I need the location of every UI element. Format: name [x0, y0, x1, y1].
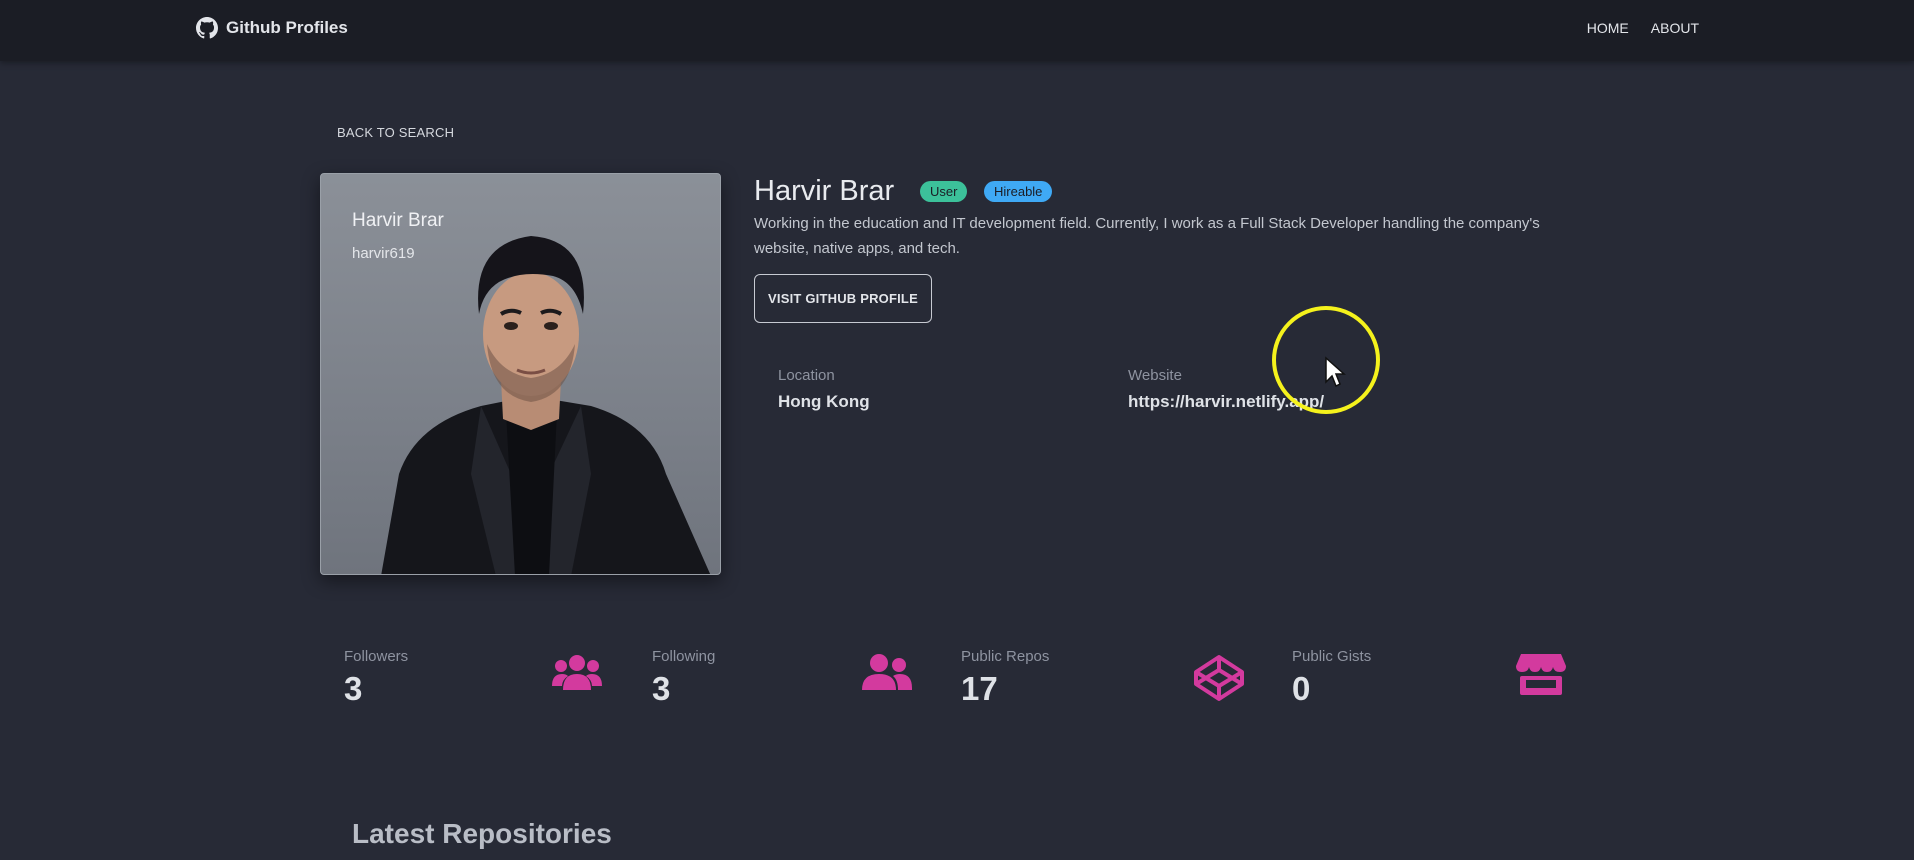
- latest-repositories-heading: Latest Repositories: [352, 818, 612, 849]
- public-gists-label: Public Gists: [1292, 648, 1372, 665]
- card-user-name: Harvir Brar: [352, 210, 444, 231]
- codepen-icon: [1194, 655, 1244, 701]
- hireable-badge: Hireable: [984, 181, 1053, 202]
- mouse-pointer-icon: [1325, 356, 1346, 388]
- users-icon: [552, 655, 602, 690]
- visit-github-profile-button[interactable]: VISIT GITHUB PROFILE: [754, 274, 932, 323]
- following-value: 3: [652, 670, 671, 707]
- user-badge: User: [920, 181, 968, 202]
- profile-name: Harvir Brar: [754, 175, 895, 207]
- location-value: Hong Kong: [778, 392, 870, 411]
- following-label: Following: [652, 648, 716, 665]
- public-repos-value: 17: [961, 670, 998, 707]
- public-repos-label: Public Repos: [961, 648, 1050, 665]
- store-icon: [1516, 654, 1566, 695]
- card-user-login: harvir619: [352, 245, 415, 262]
- profile-bio: Working in the education and IT developm…: [754, 215, 1540, 257]
- nav-home-link[interactable]: HOME: [1587, 20, 1629, 36]
- navbar: Github Profiles HOME ABOUT: [0, 0, 1914, 61]
- nav-links: HOME ABOUT: [1587, 20, 1699, 36]
- avatar: [381, 236, 711, 574]
- website-label: Website: [1128, 367, 1182, 384]
- back-to-search-link[interactable]: BACK TO SEARCH: [337, 125, 454, 140]
- public-gists-value: 0: [1292, 670, 1311, 707]
- location-label: Location: [778, 367, 835, 384]
- brand-name: Github Profiles: [226, 18, 348, 37]
- brand-link[interactable]: Github Profiles: [196, 17, 348, 39]
- github-icon: [196, 17, 218, 39]
- followers-label: Followers: [344, 648, 409, 665]
- nav-about-link[interactable]: ABOUT: [1651, 20, 1699, 36]
- followers-value: 3: [344, 670, 363, 707]
- profile-card: Harvir Brar harvir619: [320, 173, 721, 575]
- user-friends-icon: [862, 654, 912, 690]
